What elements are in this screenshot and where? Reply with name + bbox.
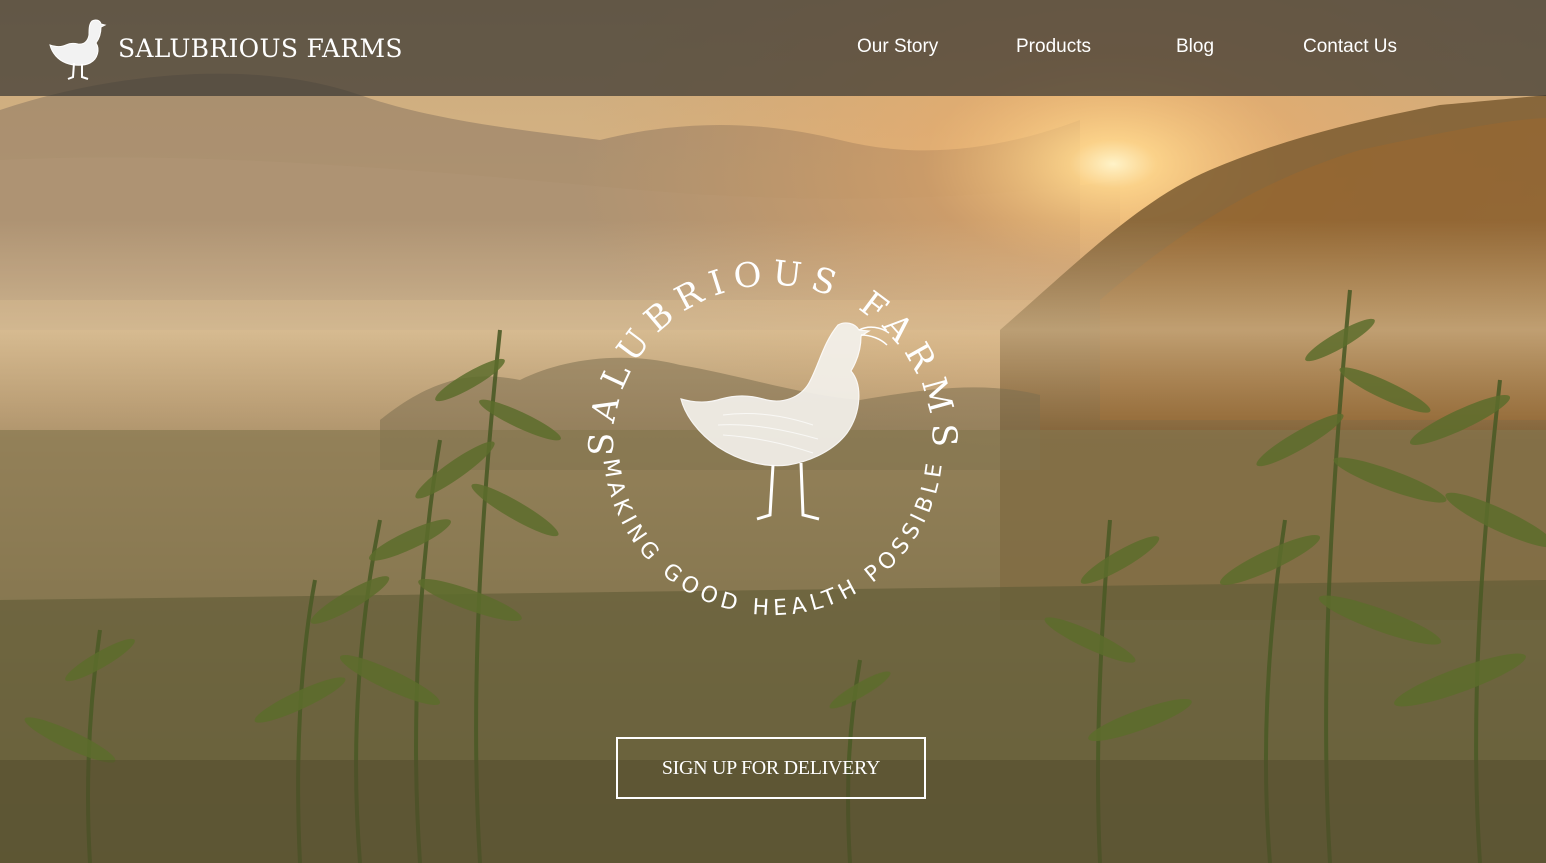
site-header: SALUBRIOUS FARMS Our Story Products Blog…	[0, 0, 1546, 96]
nav-blog[interactable]: Blog	[1176, 36, 1214, 58]
emblem-logo: SALUBRIOUS FARMS MAKING GOOD HEALTH POSS…	[563, 235, 983, 655]
nav-products[interactable]: Products	[1016, 36, 1091, 58]
nav-our-story[interactable]: Our Story	[857, 36, 938, 58]
nav-contact-us[interactable]: Contact Us	[1303, 36, 1397, 58]
sign-up-delivery-button[interactable]: SIGN UP FOR DELIVERY	[616, 737, 926, 799]
main-nav: Our Story Products Blog Contact Us	[0, 0, 1546, 96]
chicken-icon	[680, 322, 890, 521]
